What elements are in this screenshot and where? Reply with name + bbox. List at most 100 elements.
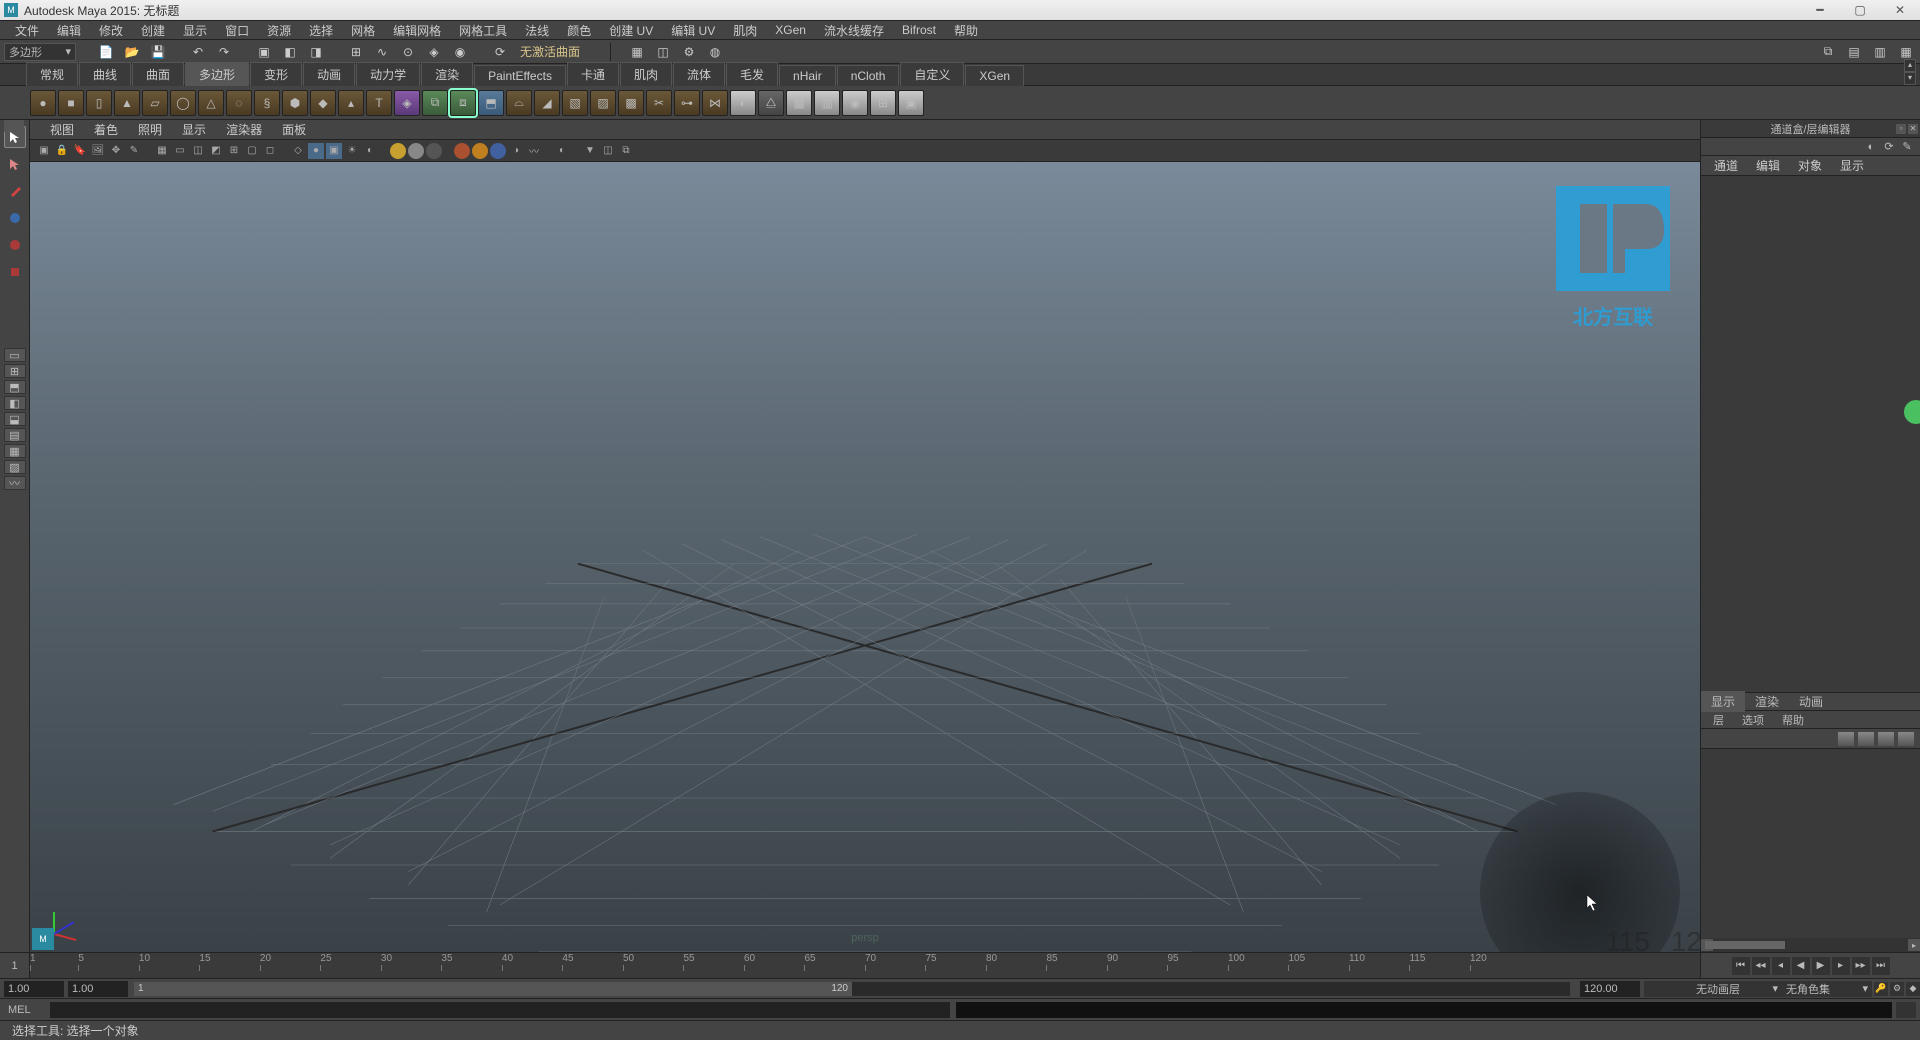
menu-edit[interactable]: 编辑: [48, 20, 90, 41]
layer-new-icon[interactable]: [1838, 732, 1854, 746]
go-end-icon[interactable]: ⏭: [1872, 957, 1890, 975]
select-component-icon[interactable]: ◨: [306, 42, 326, 62]
menu-cache[interactable]: 流水线缓存: [815, 20, 893, 41]
uv-editor-icon[interactable]: ▣: [898, 90, 924, 116]
poly-torus-icon[interactable]: ◯: [170, 90, 196, 116]
vp-res-gate-icon[interactable]: ◫: [190, 143, 206, 159]
minimize-button[interactable]: ━: [1800, 0, 1840, 20]
range-end-full-field[interactable]: [1644, 981, 1692, 997]
poly-platonic-icon[interactable]: ◆: [310, 90, 336, 116]
anim-layer-combo[interactable]: 无动画层▾: [1692, 981, 1782, 997]
step-back-key-icon[interactable]: ◂◂: [1752, 957, 1770, 975]
channel-tab-object[interactable]: 对象: [1789, 155, 1831, 176]
step-forward-key-icon[interactable]: ▸▸: [1852, 957, 1870, 975]
menu-createuv[interactable]: 创建 UV: [600, 20, 662, 41]
shelf-tab-animation[interactable]: 动画: [303, 62, 355, 86]
vp-select-camera-icon[interactable]: ▣: [36, 143, 52, 159]
shelf-tab-xgen[interactable]: XGen: [965, 65, 1024, 86]
persp-graph-icon[interactable]: ▦: [4, 444, 26, 458]
vpmenu-renderer[interactable]: 渲染器: [216, 119, 272, 140]
layer-new-selected-icon[interactable]: [1858, 732, 1874, 746]
menuset-combo[interactable]: 多边形▾: [4, 43, 76, 61]
menu-normals[interactable]: 法线: [516, 20, 558, 41]
append-icon[interactable]: ▧: [562, 90, 588, 116]
vp-image-plane-icon[interactable]: 🖼: [90, 143, 106, 159]
sidebar-toggle-1-icon[interactable]: ⧉: [1818, 42, 1838, 62]
four-pane-icon[interactable]: ⊞: [4, 364, 26, 378]
poly-plane-icon[interactable]: ▱: [142, 90, 168, 116]
lasso-tool-icon[interactable]: [4, 153, 26, 175]
snap-plane-icon[interactable]: ◈: [424, 42, 444, 62]
time-ruler[interactable]: 1510152025303540455055606570758085909510…: [30, 953, 1700, 978]
menu-mesh[interactable]: 网格: [342, 20, 384, 41]
channel-hyperbolic-icon[interactable]: ✎: [1900, 140, 1914, 154]
shelf-tab-muscle[interactable]: 肌肉: [620, 62, 672, 86]
snap-curve-icon[interactable]: ∿: [372, 42, 392, 62]
channel-body[interactable]: [1701, 176, 1920, 692]
vp-xray-icon[interactable]: [472, 143, 488, 159]
range-end-field[interactable]: 120.00: [1580, 981, 1640, 997]
shelf-tab-custom[interactable]: 自定义: [900, 62, 964, 86]
layer-tab-render[interactable]: 渲染: [1745, 691, 1789, 712]
menu-xgen[interactable]: XGen: [766, 21, 815, 39]
layer-menu-options[interactable]: 选项: [1734, 711, 1772, 729]
vpmenu-view[interactable]: 视图: [40, 119, 84, 140]
menu-select[interactable]: 选择: [300, 20, 342, 41]
vp-exposure-icon[interactable]: ◐: [554, 143, 570, 159]
vp-xray-joints-icon[interactable]: [490, 143, 506, 159]
vp-ao-icon[interactable]: ◑: [508, 143, 524, 159]
range-start-full-field[interactable]: 1.00: [4, 981, 64, 997]
menu-help[interactable]: 帮助: [945, 20, 987, 41]
poly-prism-icon[interactable]: △: [198, 90, 224, 116]
step-forward-icon[interactable]: ▸: [1832, 957, 1850, 975]
render-frame-icon[interactable]: ▦: [627, 42, 647, 62]
outliner-layout-icon[interactable]: ▤: [4, 428, 26, 442]
mirror-icon[interactable]: ⧋: [758, 90, 784, 116]
insert-edge-icon[interactable]: ▨: [590, 90, 616, 116]
two-pane-h-icon[interactable]: ⬒: [4, 380, 26, 394]
uv-spherical-icon[interactable]: ◉: [842, 90, 868, 116]
layer-move-up-icon[interactable]: [1878, 732, 1894, 746]
menu-window[interactable]: 窗口: [216, 20, 258, 41]
ipr-render-icon[interactable]: ◫: [653, 42, 673, 62]
render-settings-icon[interactable]: ⚙: [679, 42, 699, 62]
multicut-icon[interactable]: ✂: [646, 90, 672, 116]
shelf-scroll[interactable]: ▴▾: [1904, 59, 1916, 85]
menu-muscle[interactable]: 肌肉: [724, 20, 766, 41]
bevel-icon[interactable]: ◢: [534, 90, 560, 116]
script-editor-icon[interactable]: [1896, 1002, 1916, 1018]
select-hierarchy-icon[interactable]: ▣: [254, 42, 274, 62]
sidebar-toggle-3-icon[interactable]: ▥: [1870, 42, 1890, 62]
select-object-icon[interactable]: ◧: [280, 42, 300, 62]
hypershade-icon[interactable]: ◍: [705, 42, 725, 62]
panel-close-icon[interactable]: ✕: [1908, 124, 1918, 134]
range-track[interactable]: 1 120: [134, 982, 1570, 996]
shelf-tab-ncloth[interactable]: nCloth: [837, 65, 900, 86]
range-start-field[interactable]: 1.00: [68, 981, 128, 997]
shelf-tab-curves[interactable]: 曲线: [79, 62, 131, 86]
rotate-tool-icon[interactable]: [4, 234, 26, 256]
target-weld-icon[interactable]: ⊶: [674, 90, 700, 116]
menu-modify[interactable]: 修改: [90, 20, 132, 41]
new-scene-icon[interactable]: 📄: [96, 42, 116, 62]
layer-tab-display[interactable]: 显示: [1701, 691, 1745, 712]
viewport[interactable]: 北方互联 M persp 115 12: [30, 162, 1700, 952]
shelf-tab-fur[interactable]: 毛发: [726, 62, 778, 86]
channel-tab-show[interactable]: 显示: [1831, 155, 1873, 176]
step-back-icon[interactable]: ◂: [1772, 957, 1790, 975]
paint-select-tool-icon[interactable]: [4, 180, 26, 202]
scroll-right-icon[interactable]: ▸: [1908, 939, 1920, 951]
shelf-tab-nhair[interactable]: nHair: [779, 65, 836, 86]
last-tool-icon[interactable]: [4, 288, 26, 310]
bridge-icon[interactable]: ⌓: [506, 90, 532, 116]
vp-dx11-icon[interactable]: ◫: [600, 143, 616, 159]
offset-edge-icon[interactable]: ▩: [618, 90, 644, 116]
shelf-tab-polygons[interactable]: 多边形: [185, 62, 249, 86]
uv-cylindrical-icon[interactable]: ▥: [814, 90, 840, 116]
shelf-tab-surfaces[interactable]: 曲面: [132, 62, 184, 86]
vp-lights-icon[interactable]: ☀: [344, 143, 360, 159]
sculpt-tool-icon[interactable]: ◈: [394, 90, 420, 116]
vpmenu-panels[interactable]: 面板: [272, 119, 316, 140]
script-lang-label[interactable]: MEL: [0, 1004, 50, 1016]
vp-all-lights-icon[interactable]: [408, 143, 424, 159]
